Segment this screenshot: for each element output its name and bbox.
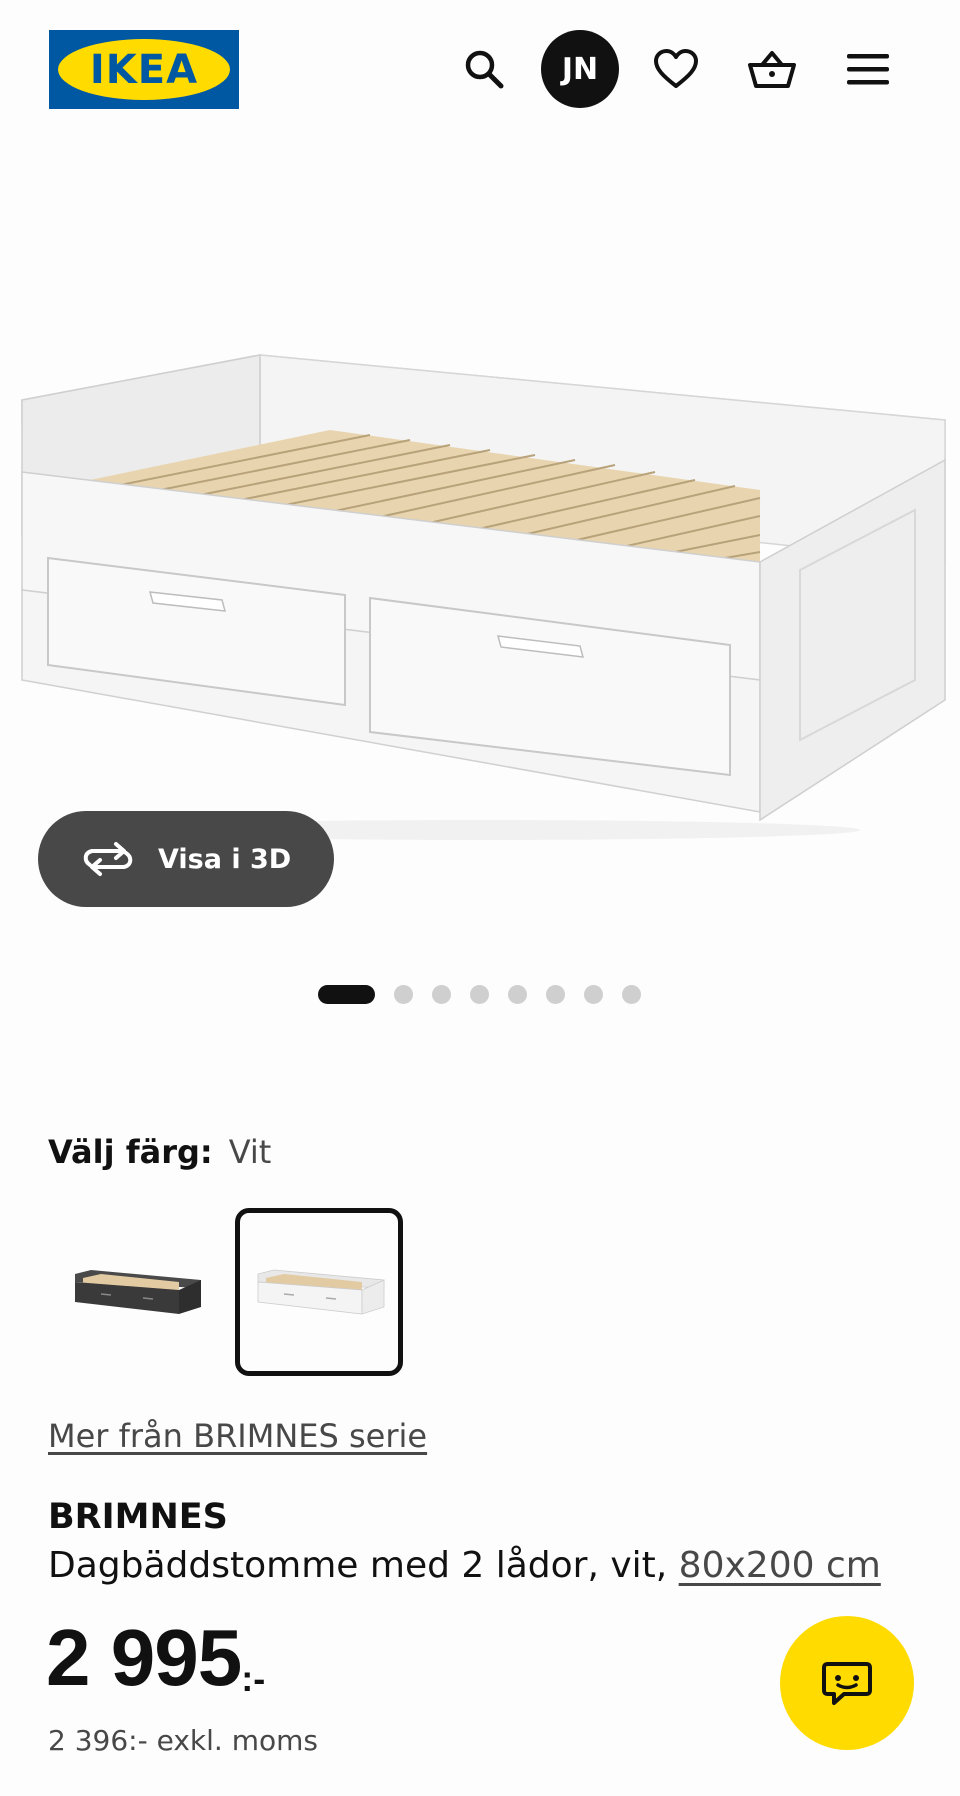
chat-button[interactable] [780,1616,914,1750]
product-description-text: Dagbäddstomme med 2 lådor, vit, [48,1545,679,1586]
gallery-pagination [318,983,660,1005]
product-image-brimnes-white [21,354,946,840]
selected-color-value: Vit [228,1133,272,1171]
pagination-dot[interactable] [508,984,527,1004]
price-suffix: :- [241,1658,266,1699]
product-dimension-link[interactable]: 80x200 cm [679,1545,881,1586]
swatch-image-black-brown [75,1270,201,1314]
ikea-logo[interactable]: IKEA [49,30,239,109]
price-value: 2 995 [46,1613,242,1702]
color-option-black-brown[interactable] [52,1208,220,1376]
header: IKEA JN [0,0,960,140]
product-image-gallery[interactable] [0,140,960,900]
pagination-dot-active[interactable] [318,984,375,1004]
avatar[interactable]: JN [541,30,619,108]
color-selector-label: Välj färg: Vit [48,1133,271,1171]
heart-icon[interactable] [637,30,715,108]
chat-icon [822,1662,872,1705]
view-in-3d-label: Visa i 3D [158,843,292,875]
menu-icon[interactable] [829,30,907,108]
basket-icon[interactable] [733,30,811,108]
price-excl-vat: 2 396:- exkl. moms [48,1724,318,1757]
pagination-dot[interactable] [470,984,489,1004]
pagination-dot[interactable] [584,984,603,1004]
color-option-white[interactable] [235,1208,403,1376]
swatch-image-white [257,1269,385,1315]
search-icon[interactable] [445,30,523,108]
pagination-dot[interactable] [546,984,565,1004]
pagination-dot[interactable] [394,984,413,1004]
logo-text: IKEA [89,46,199,93]
rotate-3d-icon [83,842,133,876]
product-price: 2 995:- [46,1618,265,1700]
view-in-3d-button[interactable]: Visa i 3D [38,811,334,907]
color-label: Välj färg: [48,1133,213,1171]
pagination-dot[interactable] [622,984,641,1004]
pagination-dot[interactable] [432,984,451,1004]
product-description: Dagbäddstomme med 2 lådor, vit, 80x200 c… [48,1545,881,1586]
product-name: BRIMNES [48,1497,228,1537]
series-link[interactable]: Mer från BRIMNES serie [48,1417,427,1455]
